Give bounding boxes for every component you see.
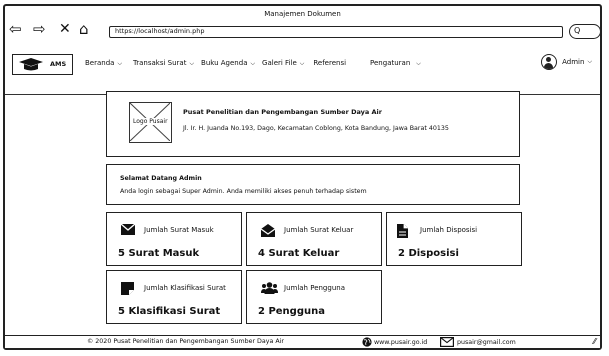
logo-alt-text: Logo Pusair	[132, 118, 169, 125]
user-name: Admin	[562, 58, 585, 66]
resize-grip-icon[interactable]: ⁄⁄	[593, 337, 596, 346]
welcome-card: Selamat Datang Admin Anda login sebagai …	[106, 164, 520, 205]
stat-card-surat-keluar[interactable]: Jumlah Surat Keluar 4 Surat Keluar	[246, 212, 382, 266]
globe-icon	[362, 337, 372, 347]
stat-card-klasifikasi-surat[interactable]: Jumlah Klasifikasi Surat 5 Klasifikasi S…	[106, 270, 242, 324]
menu-label: Transaksi Surat	[133, 59, 187, 67]
organization-address: Jl. Ir. H. Juanda No.193, Dago, Kecamata…	[183, 125, 449, 132]
footer-copyright: © 2020 Pusat Penelitian dan Pengembangan…	[87, 338, 285, 345]
stat-value: 2 Disposisi	[398, 248, 459, 259]
chevron-down-icon: ⌵	[587, 58, 592, 65]
menu-label: Buku Agenda	[201, 59, 248, 67]
chevron-down-icon: ⌵	[299, 60, 305, 67]
footer-email: pusair@gmail.com	[457, 338, 516, 346]
search-icon: Q	[574, 26, 581, 35]
stat-label: Jumlah Disposisi	[420, 226, 478, 234]
menu-item-referensi[interactable]: Referensi	[313, 59, 346, 68]
graduation-cap-icon	[19, 58, 43, 71]
chevron-down-icon: ⌵	[117, 60, 123, 67]
brand-logo[interactable]: AMS	[12, 54, 73, 75]
chevron-down-icon: ⌵	[189, 60, 195, 67]
browser-toolbar: Manajemen Dokumen ⇦ ⇨ ✕ ⌂ https://localh…	[5, 6, 601, 50]
welcome-title: Selamat Datang Admin	[120, 175, 202, 182]
browser-window: Manajemen Dokumen ⇦ ⇨ ✕ ⌂ https://localh…	[3, 4, 602, 350]
envelope-icon	[121, 224, 135, 235]
stat-label: Jumlah Surat Keluar	[284, 226, 354, 234]
menu-item-pengaturan[interactable]: Pengaturan ⌵	[370, 59, 421, 68]
user-avatar-icon	[541, 54, 558, 70]
forward-button-icon[interactable]: ⇨	[33, 22, 46, 37]
welcome-message: Anda login sebagai Super Admin. Anda mem…	[120, 188, 367, 195]
home-button-icon[interactable]: ⌂	[79, 22, 89, 37]
close-tab-icon[interactable]: ✕	[59, 22, 71, 36]
stat-value: 5 Surat Masuk	[118, 248, 200, 259]
stat-card-pengguna[interactable]: Jumlah Pengguna 2 Pengguna	[246, 270, 382, 324]
brand-name: AMS	[50, 60, 67, 68]
footer-website: www.pusair.go.id	[374, 338, 428, 346]
document-icon	[397, 224, 408, 238]
stat-card-surat-masuk[interactable]: Jumlah Surat Masuk 5 Surat Masuk	[106, 212, 242, 266]
stat-card-disposisi[interactable]: Jumlah Disposisi 2 Disposisi	[386, 212, 522, 266]
stat-label: Jumlah Pengguna	[284, 284, 345, 292]
user-menu[interactable]: Admin ⌵	[541, 54, 592, 70]
back-button-icon[interactable]: ⇦	[9, 22, 22, 37]
menu-item-transaksi-surat[interactable]: Transaksi Surat ⌵	[133, 59, 194, 68]
mail-icon	[440, 337, 454, 347]
footer-email-link[interactable]: pusair@gmail.com	[440, 337, 516, 347]
page-footer: © 2020 Pusat Penelitian dan Pengembangan…	[5, 335, 600, 348]
open-envelope-icon	[261, 224, 275, 237]
tag-icon	[121, 282, 134, 295]
menu-label: Beranda	[85, 59, 115, 67]
stat-value: 4 Surat Keluar	[258, 248, 340, 259]
chevron-down-icon: ⌵	[416, 60, 421, 67]
menu-item-buku-agenda[interactable]: Buku Agenda ⌵	[201, 59, 255, 68]
chevron-down-icon: ⌵	[250, 60, 256, 67]
stat-value: 5 Klasifikasi Surat	[118, 306, 221, 317]
menu-label: Pengaturan	[370, 59, 411, 67]
users-icon	[261, 282, 278, 294]
menu-item-beranda[interactable]: Beranda ⌵	[85, 59, 122, 68]
window-title: Manajemen Dokumen	[264, 10, 341, 18]
organization-name: Pusat Penelitian dan Pengembangan Sumber…	[183, 108, 382, 116]
organization-card: Logo Pusair Pusat Penelitian dan Pengemb…	[106, 91, 520, 157]
menu-label: Referensi	[313, 59, 347, 67]
stat-label: Jumlah Surat Masuk	[144, 226, 214, 234]
search-button[interactable]: Q	[569, 24, 601, 39]
footer-website-link[interactable]: www.pusair.go.id	[362, 337, 427, 347]
main-menu: Beranda ⌵ Transaksi Surat ⌵ Buku Agenda ⌵ G…	[85, 59, 421, 68]
menu-label: Galeri File	[262, 59, 297, 67]
app-navbar: AMS Beranda ⌵ Transaksi Surat ⌵ Buku Agend…	[5, 48, 600, 95]
address-bar[interactable]: https://localhost/admin.php	[109, 26, 563, 38]
stat-label: Jumlah Klasifikasi Surat	[144, 284, 226, 292]
stat-value: 2 Pengguna	[258, 306, 325, 317]
menu-item-galeri-file[interactable]: Galeri File ⌵	[262, 59, 304, 68]
organization-logo: Logo Pusair	[129, 102, 172, 143]
